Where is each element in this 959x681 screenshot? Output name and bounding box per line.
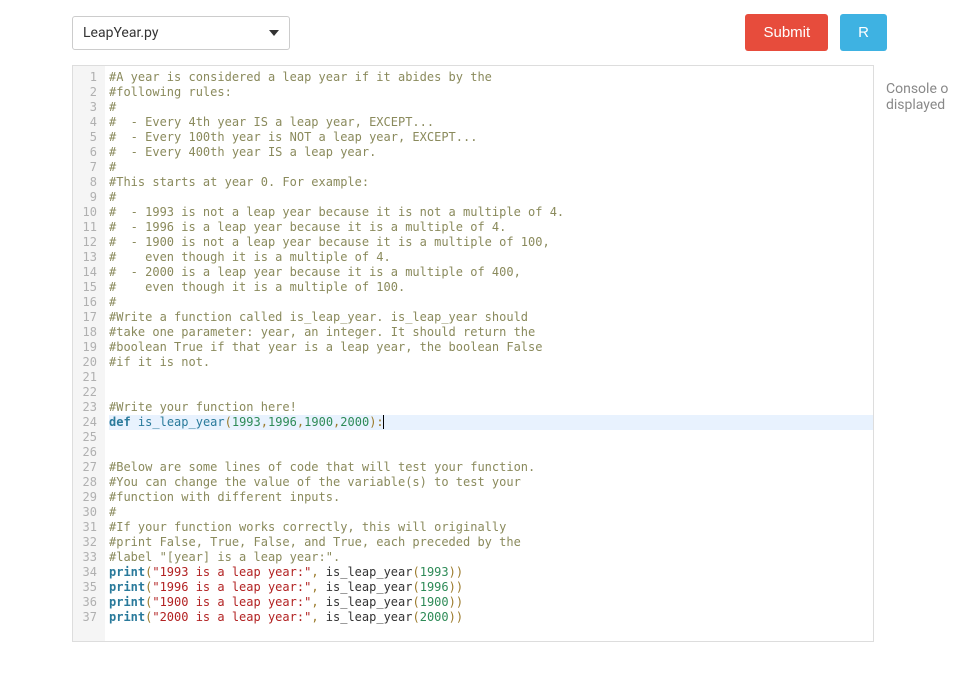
line-number: 28 <box>77 475 97 490</box>
line-number: 19 <box>77 340 97 355</box>
line-number: 18 <box>77 325 97 340</box>
console-panel: Console o displayed <box>886 65 956 642</box>
code-line[interactable]: # even though it is a multiple of 100. <box>109 280 873 295</box>
file-select-value: LeapYear.py <box>83 25 158 41</box>
code-editor[interactable]: 1234567891011121314151617181920212223242… <box>72 65 874 642</box>
line-number: 7 <box>77 160 97 175</box>
line-number: 21 <box>77 370 97 385</box>
code-line[interactable]: #boolean True if that year is a leap yea… <box>109 340 873 355</box>
line-number: 3 <box>77 100 97 115</box>
code-line[interactable]: # <box>109 505 873 520</box>
console-text-line2: displayed <box>886 97 956 113</box>
line-number: 20 <box>77 355 97 370</box>
code-line[interactable]: # - 2000 is a leap year because it is a … <box>109 265 873 280</box>
line-number: 34 <box>77 565 97 580</box>
code-content[interactable]: #A year is considered a leap year if it … <box>105 66 873 641</box>
line-number: 5 <box>77 130 97 145</box>
code-line[interactable]: #print False, True, False, and True, eac… <box>109 535 873 550</box>
main-area: 1234567891011121314151617181920212223242… <box>0 65 959 642</box>
code-line[interactable] <box>109 370 873 385</box>
code-line[interactable]: # <box>109 100 873 115</box>
line-number: 30 <box>77 505 97 520</box>
code-line[interactable]: # <box>109 295 873 310</box>
line-number: 15 <box>77 280 97 295</box>
code-line[interactable]: print("1993 is a leap year:", is_leap_ye… <box>109 565 873 580</box>
line-number: 31 <box>77 520 97 535</box>
line-number: 16 <box>77 295 97 310</box>
code-line[interactable]: # - 1993 is not a leap year because it i… <box>109 205 873 220</box>
line-number: 14 <box>77 265 97 280</box>
line-number: 6 <box>77 145 97 160</box>
line-number: 23 <box>77 400 97 415</box>
code-line[interactable]: # even though it is a multiple of 4. <box>109 250 873 265</box>
code-line[interactable]: print("1996 is a leap year:", is_leap_ye… <box>109 580 873 595</box>
line-number: 35 <box>77 580 97 595</box>
line-number: 12 <box>77 235 97 250</box>
code-line[interactable]: def is_leap_year(1993,1996,1900,2000): <box>109 415 873 430</box>
line-number: 26 <box>77 445 97 460</box>
code-line[interactable] <box>109 445 873 460</box>
submit-button[interactable]: Submit <box>745 14 828 51</box>
code-line[interactable]: #following rules: <box>109 85 873 100</box>
code-line[interactable]: print("1900 is a leap year:", is_leap_ye… <box>109 595 873 610</box>
line-number: 25 <box>77 430 97 445</box>
code-line[interactable]: #Write a function called is_leap_year. i… <box>109 310 873 325</box>
code-line[interactable]: # - 1996 is a leap year because it is a … <box>109 220 873 235</box>
code-line[interactable]: print("2000 is a leap year:", is_leap_ye… <box>109 610 873 625</box>
code-line[interactable]: # - Every 4th year IS a leap year, EXCEP… <box>109 115 873 130</box>
line-number: 29 <box>77 490 97 505</box>
line-number: 33 <box>77 550 97 565</box>
code-line[interactable]: # <box>109 160 873 175</box>
code-line[interactable]: # <box>109 190 873 205</box>
line-number-gutter: 1234567891011121314151617181920212223242… <box>73 66 105 641</box>
code-line[interactable]: # - 1900 is not a leap year because it i… <box>109 235 873 250</box>
line-number: 24 <box>77 415 97 430</box>
line-number: 9 <box>77 190 97 205</box>
line-number: 22 <box>77 385 97 400</box>
code-line[interactable]: #Write your function here! <box>109 400 873 415</box>
code-line[interactable]: # - Every 400th year IS a leap year. <box>109 145 873 160</box>
line-number: 11 <box>77 220 97 235</box>
code-line[interactable]: #You can change the value of the variabl… <box>109 475 873 490</box>
code-line[interactable]: #if it is not. <box>109 355 873 370</box>
line-number: 32 <box>77 535 97 550</box>
run-button[interactable]: R <box>840 14 887 51</box>
console-text-line1: Console o <box>886 81 956 97</box>
line-number: 2 <box>77 85 97 100</box>
file-select-dropdown[interactable]: LeapYear.py <box>72 16 290 50</box>
code-line[interactable]: #This starts at year 0. For example: <box>109 175 873 190</box>
chevron-down-icon <box>269 30 279 36</box>
line-number: 4 <box>77 115 97 130</box>
toolbar: LeapYear.py Submit R <box>0 0 959 65</box>
code-line[interactable] <box>109 430 873 445</box>
line-number: 27 <box>77 460 97 475</box>
line-number: 10 <box>77 205 97 220</box>
code-line[interactable]: #take one parameter: year, an integer. I… <box>109 325 873 340</box>
code-line[interactable]: # - Every 100th year is NOT a leap year,… <box>109 130 873 145</box>
line-number: 36 <box>77 595 97 610</box>
line-number: 8 <box>77 175 97 190</box>
code-line[interactable]: #function with different inputs. <box>109 490 873 505</box>
line-number: 37 <box>77 610 97 625</box>
line-number: 13 <box>77 250 97 265</box>
code-line[interactable]: #Below are some lines of code that will … <box>109 460 873 475</box>
code-line[interactable]: #If your function works correctly, this … <box>109 520 873 535</box>
code-line[interactable] <box>109 385 873 400</box>
line-number: 17 <box>77 310 97 325</box>
line-number: 1 <box>77 70 97 85</box>
code-line[interactable]: #label "[year] is a leap year:". <box>109 550 873 565</box>
code-line[interactable]: #A year is considered a leap year if it … <box>109 70 873 85</box>
